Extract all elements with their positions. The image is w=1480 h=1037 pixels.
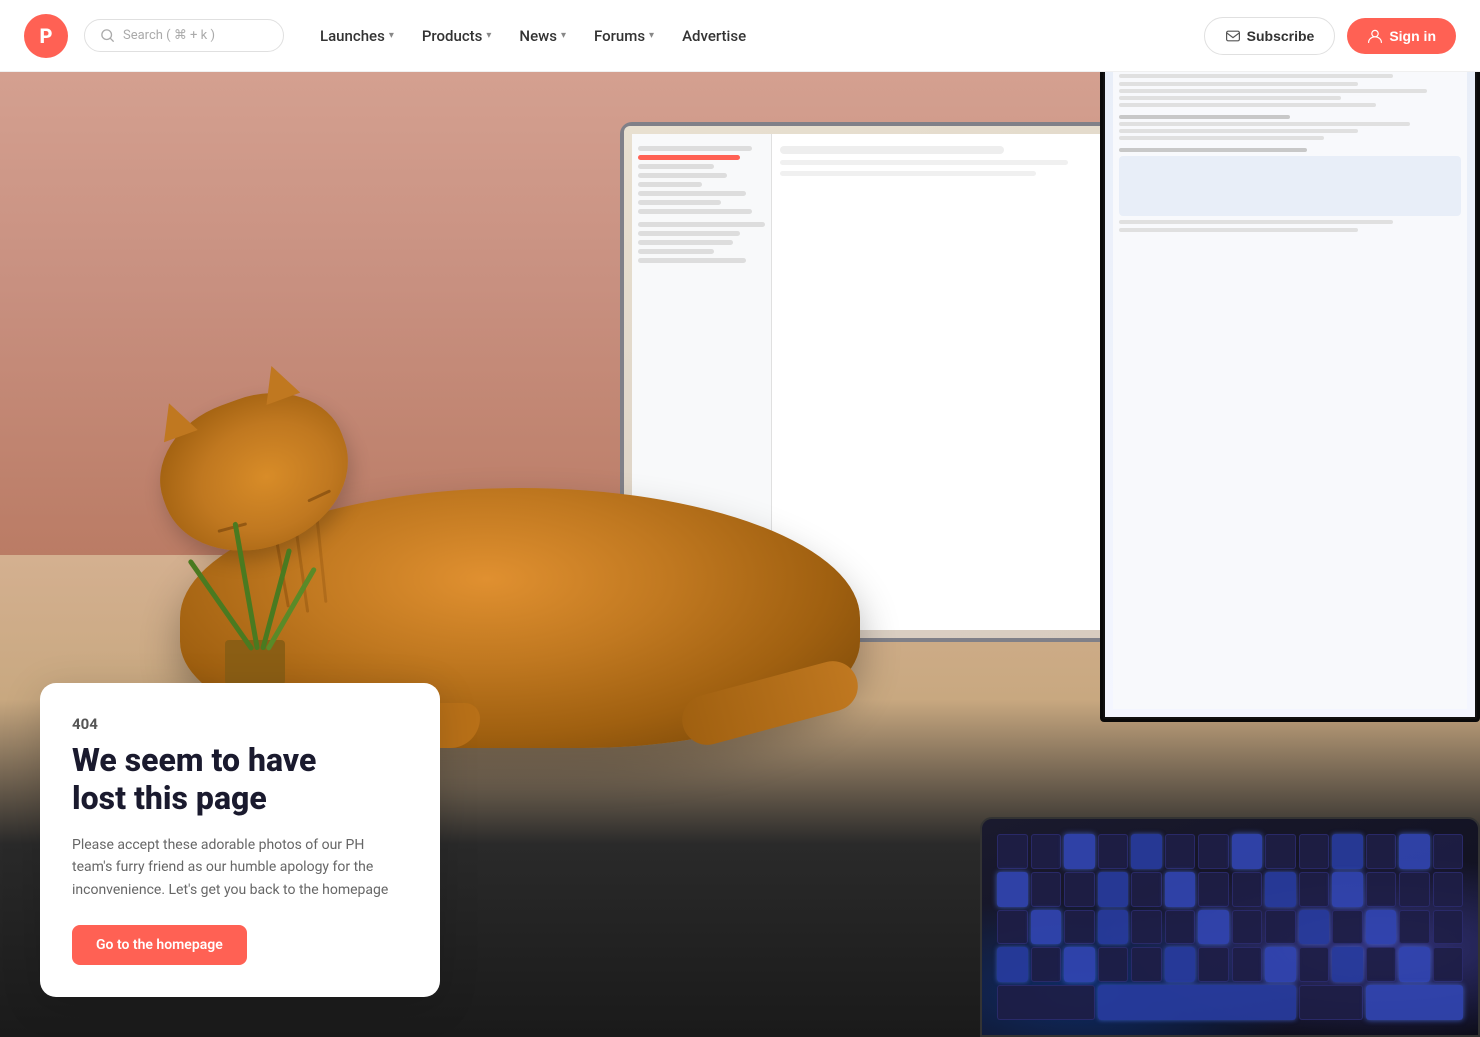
- error-card: 404 We seem to have lost this page Pleas…: [40, 683, 440, 997]
- search-icon: [101, 29, 115, 43]
- nav-news[interactable]: News ▾: [507, 19, 578, 53]
- nav-actions: Subscribe Sign in: [1204, 17, 1456, 55]
- signin-button[interactable]: Sign in: [1347, 18, 1456, 54]
- plant: [225, 520, 295, 690]
- search-bar[interactable]: Search ( ⌘ + k ): [84, 19, 284, 52]
- chevron-down-icon: ▾: [561, 30, 566, 41]
- error-title: We seem to have lost this page: [72, 741, 408, 818]
- subscribe-button[interactable]: Subscribe: [1204, 17, 1336, 55]
- site-logo[interactable]: P: [24, 14, 68, 58]
- nav-forums[interactable]: Forums ▾: [582, 19, 666, 53]
- nav-products[interactable]: Products ▾: [410, 19, 504, 53]
- envelope-icon: [1225, 28, 1241, 44]
- go-to-homepage-button[interactable]: Go to the homepage: [72, 925, 247, 965]
- chevron-down-icon: ▾: [486, 30, 491, 41]
- error-description: Please accept these adorable photos of o…: [72, 834, 408, 901]
- search-placeholder: Search ( ⌘ + k ): [123, 28, 215, 43]
- nav-advertise[interactable]: Advertise: [670, 19, 758, 53]
- nav-launches[interactable]: Launches ▾: [308, 19, 406, 53]
- chevron-down-icon: ▾: [389, 30, 394, 41]
- nav-links: Launches ▾ Products ▾ News ▾ Forums ▾ Ad…: [308, 19, 1196, 53]
- hero-section: 404 We seem to have lost this page Pleas…: [0, 72, 1480, 1037]
- user-icon: [1367, 28, 1383, 44]
- chevron-down-icon: ▾: [649, 30, 654, 41]
- error-code: 404: [72, 715, 408, 733]
- navbar: P Search ( ⌘ + k ) Launches ▾ Products ▾…: [0, 0, 1480, 72]
- right-monitor: [1100, 72, 1480, 722]
- keyboard: [980, 817, 1480, 1037]
